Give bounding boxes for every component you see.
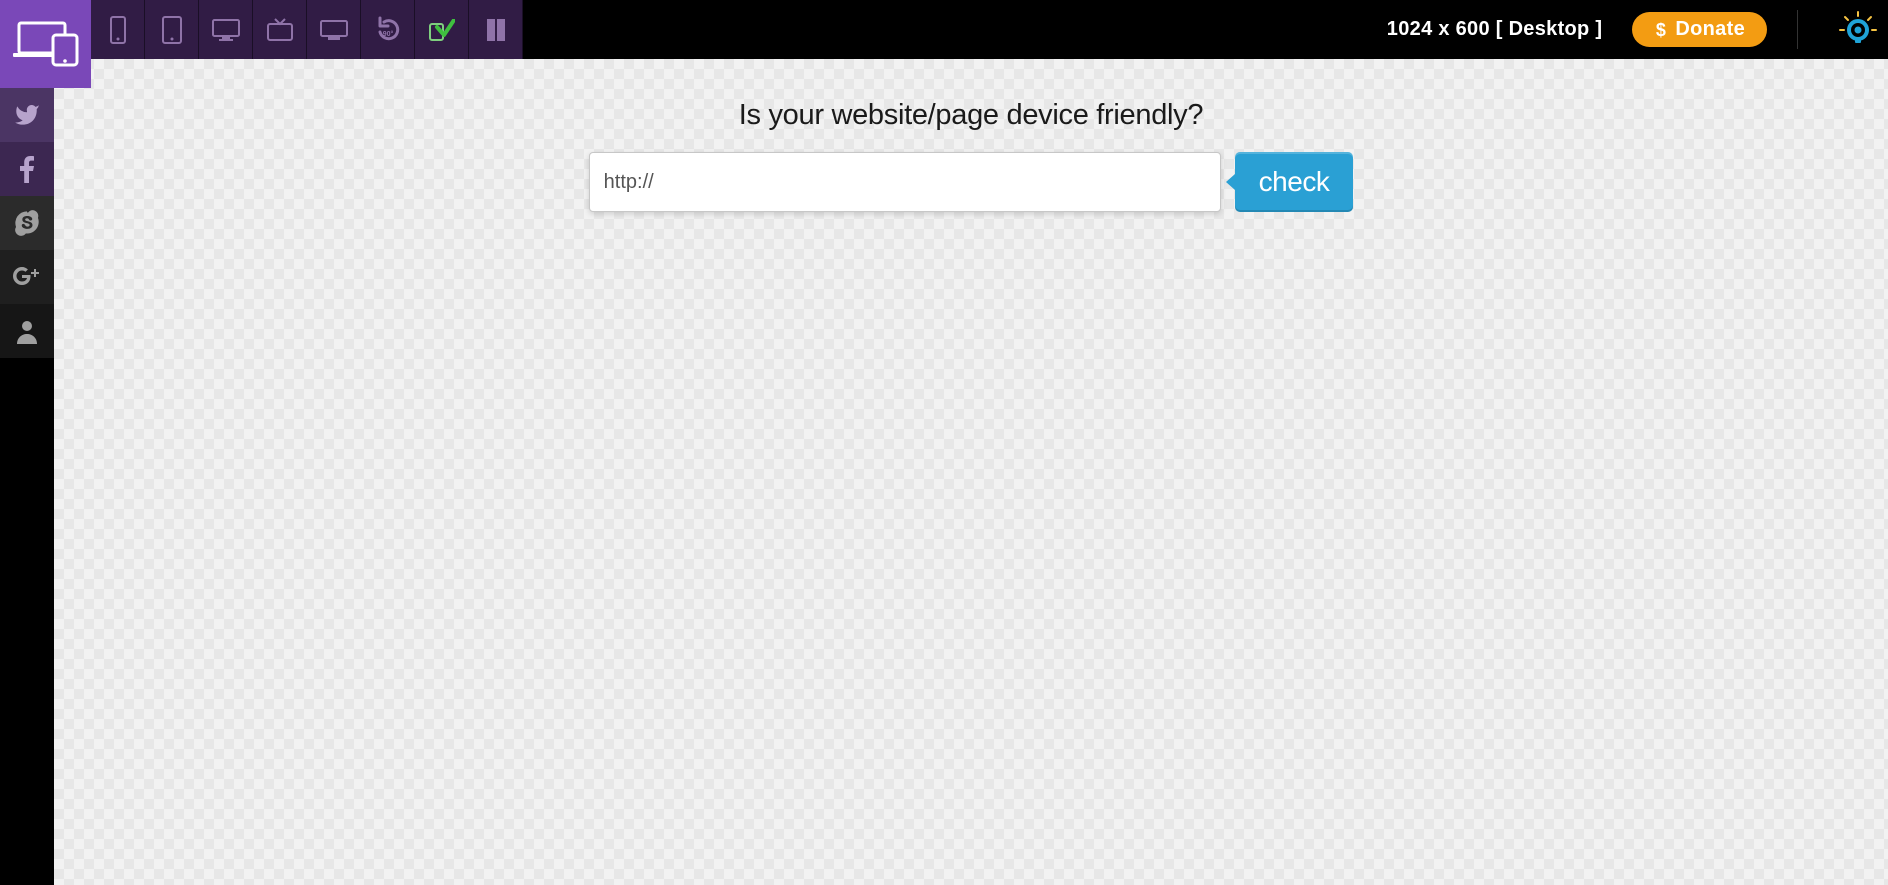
nav-book[interactable] <box>469 0 523 59</box>
hero-heading: Is your website/page device friendly? <box>471 99 1471 132</box>
google-plus-icon <box>13 266 41 288</box>
svg-text:$: $ <box>1656 20 1666 40</box>
nav-widescreen[interactable] <box>307 0 361 59</box>
viewport-dimensions: 1024 x 600 [ Desktop ] <box>1357 0 1633 59</box>
tv-icon <box>265 17 295 43</box>
donate-button[interactable]: $ Donate <box>1632 12 1767 47</box>
device-nav: 90° <box>91 0 523 59</box>
share-skype[interactable] <box>0 196 54 250</box>
multi-device-icon <box>13 21 79 67</box>
divider <box>1797 10 1798 49</box>
lightbulb-icon <box>1839 11 1877 49</box>
facebook-icon <box>19 155 35 183</box>
svg-text:90°: 90° <box>382 30 393 38</box>
skype-icon <box>13 209 41 237</box>
book-icon <box>485 17 507 43</box>
check-button[interactable]: check <box>1235 152 1354 212</box>
share-twitter[interactable] <box>0 88 54 142</box>
desktop-icon <box>211 18 241 42</box>
social-sidebar <box>0 88 54 358</box>
nav-check[interactable] <box>415 0 469 59</box>
nav-tv[interactable] <box>253 0 307 59</box>
widescreen-icon <box>319 19 349 41</box>
rotate-90-icon: 90° <box>374 16 402 44</box>
donate-label: Donate <box>1675 18 1745 41</box>
url-input[interactable] <box>589 152 1221 212</box>
tips-button[interactable] <box>1828 0 1888 59</box>
user-button[interactable] <box>0 304 54 358</box>
nav-rotate[interactable]: 90° <box>361 0 415 59</box>
url-row: check <box>471 152 1471 212</box>
nav-phone[interactable] <box>91 0 145 59</box>
dollar-icon: $ <box>1654 20 1669 40</box>
topbar: 90° 1024 x 600 [ Desktop ] $ Donate <box>0 0 1888 59</box>
user-icon <box>15 318 39 344</box>
check-icon <box>429 19 455 41</box>
phone-icon <box>109 16 127 44</box>
share-google-plus[interactable] <box>0 250 54 304</box>
hero: Is your website/page device friendly? ch… <box>471 99 1471 212</box>
twitter-icon <box>14 102 40 128</box>
logo-button[interactable] <box>0 0 91 88</box>
preview-stage: Is your website/page device friendly? ch… <box>54 59 1888 885</box>
share-facebook[interactable] <box>0 142 54 196</box>
nav-tablet[interactable] <box>145 0 199 59</box>
tablet-icon <box>161 16 183 44</box>
nav-desktop[interactable] <box>199 0 253 59</box>
